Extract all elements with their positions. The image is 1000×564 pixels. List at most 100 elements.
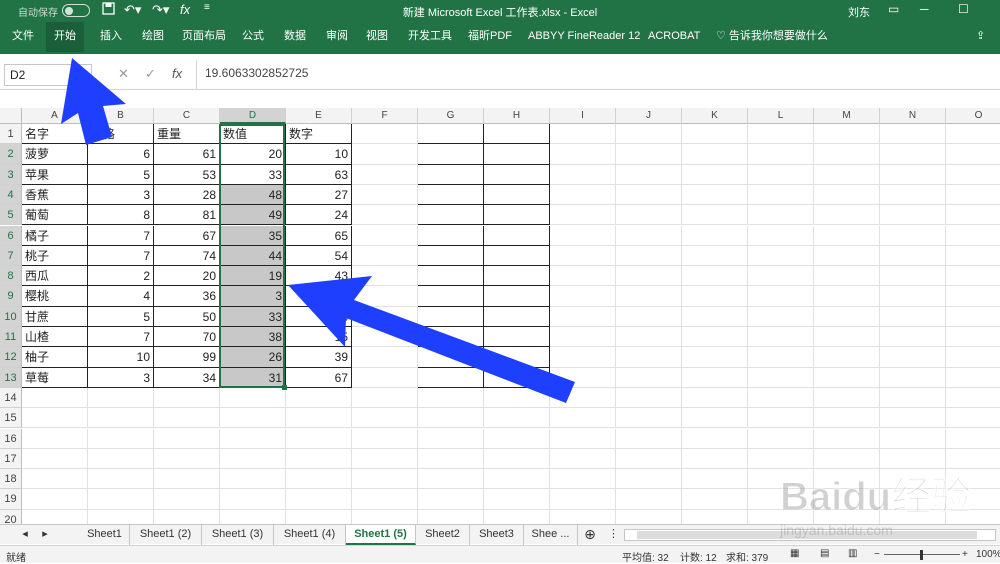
tab-data[interactable]: 数据: [276, 22, 314, 52]
row-header[interactable]: 9: [0, 286, 22, 307]
empty-cell[interactable]: [352, 367, 418, 388]
empty-cell[interactable]: [748, 327, 814, 348]
sheet-next-icon[interactable]: ▸: [38, 525, 52, 545]
table-cell[interactable]: 38: [220, 327, 286, 348]
table-header-cell[interactable]: 数值: [220, 124, 286, 145]
empty-cell[interactable]: [484, 205, 550, 226]
empty-cell[interactable]: [154, 408, 220, 429]
empty-cell[interactable]: [616, 489, 682, 510]
empty-cell[interactable]: [682, 489, 748, 510]
empty-cell[interactable]: [748, 448, 814, 470]
row-header[interactable]: 12: [0, 347, 22, 368]
empty-cell[interactable]: [814, 408, 880, 429]
table-header-cell[interactable]: 重量: [154, 124, 220, 145]
empty-cell[interactable]: [418, 469, 484, 490]
empty-cell[interactable]: [550, 387, 616, 409]
table-cell[interactable]: 香蕉: [22, 184, 88, 206]
table-cell[interactable]: 6: [88, 144, 154, 165]
table-cell[interactable]: 3: [88, 184, 154, 206]
empty-cell[interactable]: [616, 245, 682, 267]
empty-cell[interactable]: [946, 205, 1000, 226]
row-header[interactable]: 15: [0, 408, 22, 429]
insert-function-icon[interactable]: fx: [172, 66, 182, 81]
table-cell[interactable]: 19: [220, 266, 286, 287]
empty-cell[interactable]: [88, 469, 154, 490]
table-cell[interactable]: 31: [220, 367, 286, 388]
empty-cell[interactable]: [748, 408, 814, 429]
column-header-e[interactable]: E: [286, 108, 352, 124]
column-header-a[interactable]: A: [22, 108, 88, 124]
user-name[interactable]: 刘东: [848, 4, 870, 20]
empty-cell[interactable]: [946, 408, 1000, 429]
empty-cell[interactable]: [682, 164, 748, 185]
tab-abbyy[interactable]: ABBYY FineReader 12: [520, 22, 648, 52]
table-cell[interactable]: 10: [286, 144, 352, 165]
empty-cell[interactable]: [814, 306, 880, 327]
empty-cell[interactable]: [484, 469, 550, 490]
row-header[interactable]: 16: [0, 428, 22, 449]
empty-cell[interactable]: [550, 164, 616, 185]
table-cell[interactable]: 74: [154, 245, 220, 267]
empty-cell[interactable]: [946, 165, 1000, 185]
column-header-c[interactable]: C: [154, 108, 220, 124]
empty-cell[interactable]: [880, 184, 946, 206]
column-header-n[interactable]: N: [880, 108, 946, 124]
table-cell[interactable]: 33: [220, 164, 286, 185]
share-button[interactable]: ⇪共: [968, 22, 1000, 70]
empty-cell[interactable]: [616, 225, 682, 246]
tab-formulas[interactable]: 公式: [234, 22, 272, 52]
empty-cell[interactable]: [286, 448, 352, 470]
column-header-f[interactable]: F: [352, 108, 418, 124]
empty-cell[interactable]: [682, 408, 748, 429]
empty-cell[interactable]: [682, 225, 748, 246]
table-cell[interactable]: 7: [88, 225, 154, 246]
empty-cell[interactable]: [88, 489, 154, 510]
table-cell[interactable]: 49: [220, 205, 286, 226]
empty-cell[interactable]: [748, 245, 814, 267]
table-cell[interactable]: 50: [154, 306, 220, 327]
empty-cell[interactable]: [418, 408, 484, 429]
table-cell[interactable]: 34: [154, 367, 220, 388]
empty-cell[interactable]: [880, 367, 946, 388]
select-all-corner[interactable]: [0, 108, 22, 124]
empty-cell[interactable]: [946, 368, 1000, 388]
empty-cell[interactable]: [484, 387, 550, 409]
tab-split-handle[interactable]: ⋮: [608, 525, 619, 545]
empty-cell[interactable]: [814, 245, 880, 267]
empty-cell[interactable]: [484, 144, 550, 165]
table-cell[interactable]: 7: [88, 245, 154, 267]
table-header-cell[interactable]: 数字: [286, 124, 352, 145]
sheet-tab[interactable]: Sheet3: [470, 525, 524, 545]
table-cell[interactable]: 81: [154, 205, 220, 226]
table-header-cell[interactable]: 价格: [88, 124, 154, 145]
empty-cell[interactable]: [682, 124, 748, 145]
empty-cell[interactable]: [154, 489, 220, 510]
table-cell[interactable]: 48: [220, 184, 286, 206]
empty-cell[interactable]: [220, 387, 286, 409]
table-cell[interactable]: 2: [88, 266, 154, 287]
zoom-out-icon[interactable]: −: [874, 549, 880, 560]
empty-cell[interactable]: [22, 387, 88, 409]
add-sheet-icon[interactable]: ⊕: [580, 525, 600, 545]
empty-cell[interactable]: [286, 387, 352, 409]
empty-cell[interactable]: [616, 448, 682, 470]
table-cell[interactable]: 苹果: [22, 164, 88, 185]
row-header[interactable]: 7: [0, 245, 22, 267]
empty-cell[interactable]: [154, 448, 220, 470]
row-header[interactable]: 1: [0, 124, 22, 145]
empty-cell[interactable]: [484, 428, 550, 449]
column-header-d[interactable]: D: [220, 108, 286, 124]
formula-input[interactable]: 19.6063302852725: [196, 60, 1000, 90]
table-cell[interactable]: 63: [286, 164, 352, 185]
empty-cell[interactable]: [682, 205, 748, 226]
empty-cell[interactable]: [484, 306, 550, 327]
table-cell[interactable]: 4: [88, 286, 154, 307]
table-cell[interactable]: 43: [286, 266, 352, 287]
empty-cell[interactable]: [88, 408, 154, 429]
empty-cell[interactable]: [748, 387, 814, 409]
empty-cell[interactable]: [880, 428, 946, 449]
empty-cell[interactable]: [418, 387, 484, 409]
sheet-tab[interactable]: Sheet1 (2): [130, 525, 202, 545]
table-cell[interactable]: 菠萝: [22, 144, 88, 165]
empty-cell[interactable]: [814, 387, 880, 409]
